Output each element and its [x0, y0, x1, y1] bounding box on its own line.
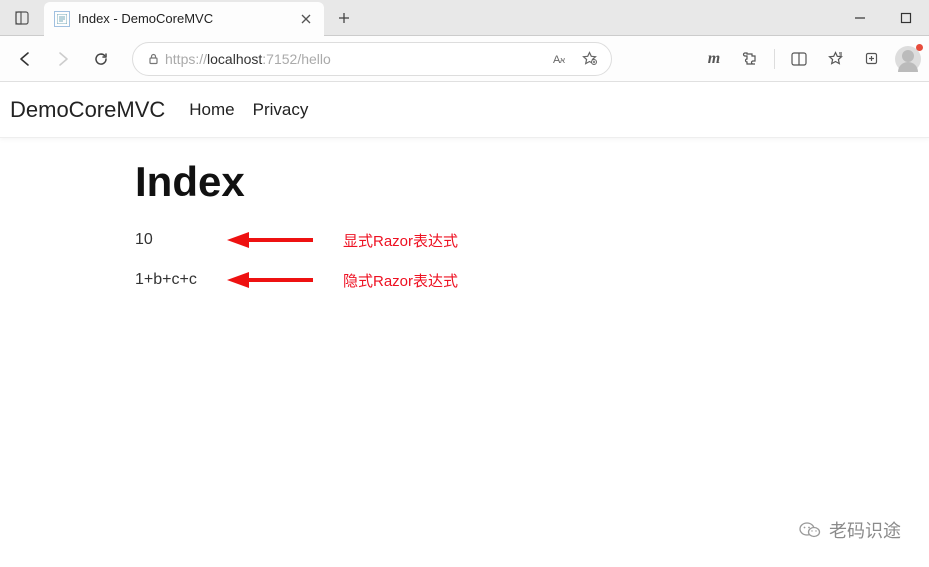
arrow-left-icon: [225, 268, 315, 292]
page-favicon: [54, 11, 70, 27]
split-screen-button[interactable]: [783, 43, 815, 75]
page-navbar: DemoCoreMVC Home Privacy: [0, 82, 929, 138]
url-port-path: :7152/hello: [262, 51, 331, 67]
annotation-1: 显式Razor表达式: [343, 230, 458, 251]
toolbar-separator: [774, 49, 775, 69]
nav-link-home[interactable]: Home: [189, 100, 234, 120]
arrow-left-icon: [225, 228, 315, 252]
address-bar[interactable]: https://localhost:7152/hello Aא: [132, 42, 612, 76]
profile-button[interactable]: [895, 46, 921, 72]
tab-close-button[interactable]: [298, 11, 314, 27]
new-tab-button[interactable]: [328, 2, 360, 34]
output-value-1: 10: [135, 231, 225, 249]
page-heading: Index: [135, 158, 929, 206]
nav-link-privacy[interactable]: Privacy: [253, 100, 309, 120]
site-info-button[interactable]: [141, 52, 165, 65]
browser-tab-active[interactable]: Index - DemoCoreMVC: [44, 2, 324, 36]
url-text: https://localhost:7152/hello: [165, 51, 547, 67]
watermark-text: 老码识途: [829, 517, 901, 543]
page-content: Index 10 显式Razor表达式 1+b+c+c 隐式Razor表达式: [0, 138, 929, 300]
notification-dot-icon: [916, 44, 923, 51]
back-button[interactable]: [8, 42, 42, 76]
browser-title-bar: Index - DemoCoreMVC: [0, 0, 929, 36]
wechat-icon: [799, 521, 821, 539]
window-minimize-button[interactable]: [837, 0, 883, 36]
tab-title: Index - DemoCoreMVC: [78, 11, 290, 26]
output-row-1: 10 显式Razor表达式: [135, 220, 929, 260]
reader-mode-button[interactable]: Aא: [547, 45, 575, 73]
extension-m-button[interactable]: m: [698, 43, 730, 75]
watermark: 老码识途: [799, 517, 901, 543]
brand-link[interactable]: DemoCoreMVC: [10, 97, 165, 123]
url-scheme: https://: [165, 51, 207, 67]
forward-button[interactable]: [46, 42, 80, 76]
refresh-button[interactable]: [84, 42, 118, 76]
extensions-button[interactable]: [734, 43, 766, 75]
svg-text:א: א: [560, 56, 565, 65]
tab-overview-button[interactable]: [0, 0, 44, 36]
url-host: localhost: [207, 51, 262, 67]
browser-toolbar: https://localhost:7152/hello Aא m: [0, 36, 929, 82]
favorites-button[interactable]: [819, 43, 851, 75]
output-row-2: 1+b+c+c 隐式Razor表达式: [135, 260, 929, 300]
extension-m-label: m: [708, 50, 720, 68]
annotation-2: 隐式Razor表达式: [343, 270, 458, 291]
window-maximize-button[interactable]: [883, 0, 929, 36]
favorite-button[interactable]: [575, 45, 603, 73]
output-value-2: 1+b+c+c: [135, 271, 225, 289]
collections-button[interactable]: [855, 43, 887, 75]
